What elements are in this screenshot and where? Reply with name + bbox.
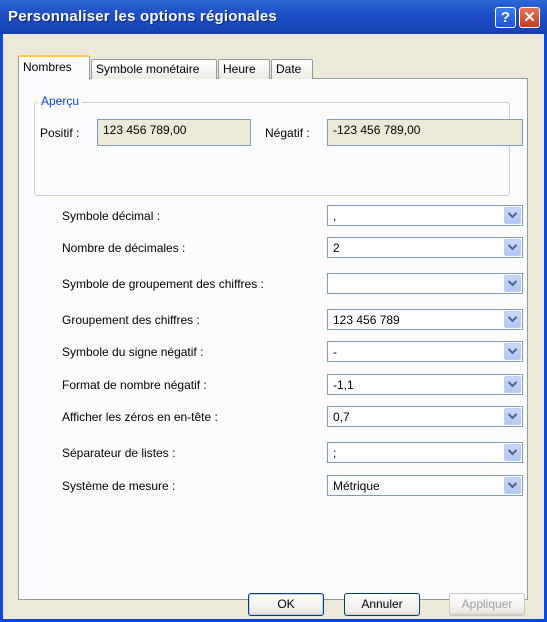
help-icon: ? — [500, 9, 511, 26]
grouping-symbol-combo[interactable] — [327, 273, 523, 294]
decimal-symbol-value: , — [333, 209, 337, 223]
measurement-system-combo[interactable]: Métrique — [327, 475, 523, 496]
decimal-count-label: Nombre de décimales : — [62, 241, 186, 255]
positive-label: Positif : — [40, 126, 80, 140]
chevron-down-icon[interactable] — [504, 343, 521, 360]
leading-zeros-value: 0,7 — [333, 410, 350, 424]
negative-label: Négatif : — [265, 126, 310, 140]
window-title: Personnaliser les options régionales — [8, 8, 277, 25]
help-button[interactable]: ? — [495, 7, 516, 28]
chevron-down-icon[interactable] — [504, 477, 521, 494]
negative-sign-label: Symbole du signe négatif : — [62, 345, 204, 359]
chevron-down-icon[interactable] — [504, 311, 521, 328]
preview-legend: Aperçu — [38, 94, 83, 108]
digit-grouping-combo[interactable]: 123 456 789 — [327, 309, 523, 330]
negative-format-combo[interactable]: -1,1 — [327, 374, 523, 395]
dialog-window: Personnaliser les options régionales ? ✕… — [0, 0, 547, 622]
chevron-down-icon[interactable] — [504, 275, 521, 292]
tab-heure[interactable]: Heure — [218, 59, 270, 79]
cancel-button[interactable]: Annuler — [344, 593, 420, 616]
negative-sign-value: - — [333, 345, 337, 359]
list-separator-label: Séparateur de listes : — [62, 446, 176, 460]
measurement-system-label: Système de mesure : — [62, 479, 176, 493]
tab-symbole-monetaire[interactable]: Symbole monétaire — [91, 59, 217, 79]
leading-zeros-label: Afficher les zéros en en-tête : — [62, 410, 218, 424]
positive-preview-field: 123 456 789,00 — [97, 119, 251, 146]
preview-group — [34, 102, 510, 196]
decimal-symbol-combo[interactable]: , — [327, 205, 523, 226]
decimal-count-value: 2 — [333, 241, 340, 255]
measurement-system-value: Métrique — [333, 479, 380, 493]
close-icon: ✕ — [523, 9, 536, 26]
chevron-down-icon[interactable] — [504, 239, 521, 256]
tab-date[interactable]: Date — [271, 59, 313, 79]
title-bar[interactable]: Personnaliser les options régionales ? ✕ — [0, 0, 547, 34]
list-separator-combo[interactable]: ; — [327, 442, 523, 463]
chevron-down-icon[interactable] — [504, 376, 521, 393]
chevron-down-icon[interactable] — [504, 207, 521, 224]
digit-grouping-label: Groupement des chiffres : — [62, 313, 200, 327]
leading-zeros-combo[interactable]: 0,7 — [327, 406, 523, 427]
negative-preview-field: -123 456 789,00 — [327, 119, 523, 146]
tab-nombres[interactable]: Nombres — [18, 55, 90, 80]
close-button[interactable]: ✕ — [519, 7, 540, 28]
decimal-symbol-label: Symbole décimal : — [62, 209, 161, 223]
list-separator-value: ; — [333, 446, 337, 460]
grouping-symbol-label: Symbole de groupement des chiffres : — [62, 277, 264, 291]
digit-grouping-value: 123 456 789 — [333, 313, 400, 327]
decimal-count-combo[interactable]: 2 — [327, 237, 523, 258]
chevron-down-icon[interactable] — [504, 444, 521, 461]
negative-format-value: -1,1 — [333, 378, 354, 392]
ok-button[interactable]: OK — [248, 593, 324, 616]
negative-format-label: Format de nombre négatif : — [62, 378, 207, 392]
chevron-down-icon[interactable] — [504, 408, 521, 425]
negative-sign-combo[interactable]: - — [327, 341, 523, 362]
apply-button[interactable]: Appliquer — [449, 593, 525, 616]
